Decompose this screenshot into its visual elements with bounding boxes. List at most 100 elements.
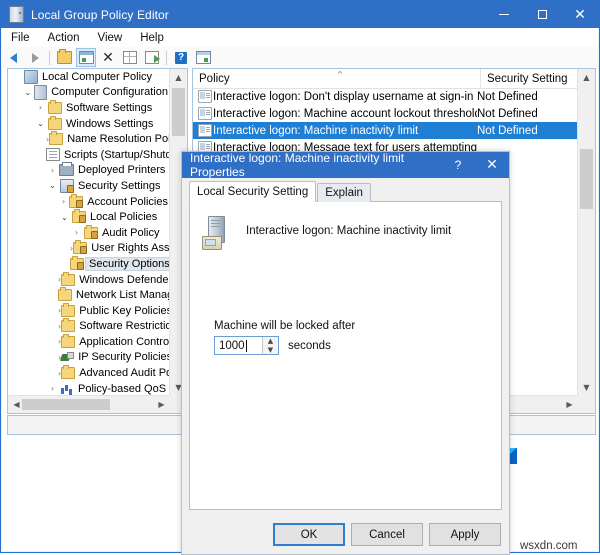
menu-action[interactable]: Action [39,31,89,45]
computer-tower-icon [202,216,232,250]
delete-icon[interactable]: ✕ [98,48,118,67]
chevron-down-icon[interactable]: ⌄ [22,88,34,97]
menu-file[interactable]: File [2,31,39,45]
dialog-help-button[interactable]: ? [441,152,475,178]
ip-security-icon [61,351,75,363]
apply-button[interactable]: Apply [429,523,501,546]
tree-item-label: User Rights Assignm [91,242,170,255]
list-scroll-up-button[interactable]: ▲ [578,69,595,86]
properties-dialog: Interactive logon: Machine inactivity li… [181,151,510,555]
inactivity-limit-input[interactable]: 1000 [215,337,262,354]
tree-item-windows-settings[interactable]: ⌄ Windows Settings [8,115,170,132]
chevron-right-icon[interactable]: › [46,166,59,175]
column-header-policy[interactable]: Policy ^ [193,69,481,88]
up-folder-icon[interactable] [54,48,74,67]
tree-item-ip-security-policies-on[interactable]: ›IP Security Policies on [8,350,170,366]
printer-icon [59,162,74,177]
tree-item-security-settings[interactable]: ⌄ Security Settings [8,178,170,194]
tree-item-deployed-printers[interactable]: › Deployed Printers [8,162,170,179]
tree-item-label: Audit Policy [102,226,160,239]
show-hide-console-tree-icon[interactable] [76,48,96,67]
list-scroll-down-button[interactable]: ▼ [578,379,595,396]
tree-item-public-key-policies[interactable]: › Public Key Policies [8,302,170,319]
chevron-right-icon[interactable]: › [70,228,83,237]
seconds-unit-label: seconds [288,339,331,352]
cancel-button[interactable]: Cancel [351,523,423,546]
list-scroll-thumb[interactable] [580,149,593,209]
folder-icon [58,287,72,302]
properties-grid-icon[interactable] [120,48,140,67]
close-button[interactable]: ✕ [561,1,599,28]
tree-item-label: Security Options [85,256,170,271]
spinner-buttons: ▲ ▼ [262,337,278,354]
ok-button[interactable]: OK [273,523,345,546]
forward-arrow-icon[interactable] [25,48,45,67]
tab-local-security-setting[interactable]: Local Security Setting [189,181,317,202]
policy-icon [196,90,213,103]
menu-view[interactable]: View [89,31,132,45]
tree-item-advanced-audit-policy[interactable]: ›Advanced Audit Policy [8,365,170,381]
export-list-icon[interactable] [142,48,162,67]
column-header-security-setting-label: Security Setting [487,72,568,85]
chevron-right-icon[interactable]: › [46,384,59,393]
window-properties-icon[interactable] [193,48,213,67]
tree-item-label: Software Restriction P [79,320,170,333]
policy-icon [196,107,213,120]
policy-row[interactable]: Interactive logon: Don't display usernam… [193,88,578,105]
tree-item-label: Windows Settings [66,117,154,130]
back-arrow-icon[interactable] [3,48,23,67]
chevron-down-icon[interactable]: ⌄ [58,213,71,222]
dialog-close-button[interactable]: ✕ [475,152,509,178]
chevron-right-icon[interactable]: › [58,197,69,206]
inactivity-limit-value: 1000 [219,339,245,352]
folder-lock-icon [70,255,84,270]
policy-header: Interactive logon: Machine inactivity li… [202,216,451,250]
tree-item-security-options[interactable]: Security Options [8,255,170,272]
tab-explain[interactable]: Explain [317,183,371,202]
tree-item-software-settings[interactable]: › Software Settings [8,99,170,116]
folder-lock-icon [71,209,86,224]
tree-item-label: Deployed Printers [78,164,166,177]
tree-item-label: Security Settings [78,179,161,192]
tree-item-application-control-p[interactable]: ›Application Control P [8,333,170,350]
tree-item-software-restriction-p[interactable]: ›Software Restriction P [8,318,170,335]
minimize-button[interactable] [485,1,523,28]
tree-item-user-rights-assignm[interactable]: ›User Rights Assignm [8,240,170,257]
folder-icon [61,302,76,317]
policy-row[interactable]: Interactive logon: Machine inactivity li… [193,122,578,139]
maximize-button[interactable] [523,1,561,28]
tree-scroll-up-button[interactable]: ▲ [170,69,187,86]
tree-item-audit-policy[interactable]: › Audit Policy [8,224,170,241]
chevron-down-icon[interactable]: ⌄ [34,119,47,128]
policy-row[interactable]: Interactive logon: Machine account locko… [193,105,578,122]
tree-item-name-resolution-policy[interactable]: ›Name Resolution Policy [8,131,170,147]
inactivity-limit-spinner[interactable]: 1000 ▲ ▼ [214,336,279,355]
tree-status-bar [7,415,188,435]
spinner-down-button[interactable]: ▼ [263,346,278,355]
tree-item-label: Application Control P [79,335,170,348]
tree-hscroll-thumb[interactable] [22,399,110,410]
tree-item-local-computer-policy[interactable]: Local Computer Policy [8,69,170,85]
tree-horizontal-scrollbar[interactable]: ◀ ▶ [8,395,170,413]
list-scroll-right-button[interactable]: ▶ [561,396,578,413]
tree-item-computer-configuration[interactable]: ⌄ Computer Configuration [8,84,170,101]
toolbar-separator [49,50,50,65]
tree-scroll-thumb[interactable] [172,88,185,136]
tree-item-windows-defender-fir[interactable]: ›Windows Defender Fir [8,271,170,288]
tree-item-local-policies[interactable]: ⌄ Local Policies [8,209,170,225]
window-controls: ✕ [485,1,599,28]
column-header-policy-label: Policy [199,72,230,85]
chevron-right-icon[interactable]: › [34,103,47,112]
tree-item-policy-based-qos[interactable]: › Policy-based QoS [8,381,170,396]
menu-help[interactable]: Help [131,31,173,45]
tree-scroll-right-button[interactable]: ▶ [153,396,170,413]
chevron-down-icon[interactable]: ⌄ [46,181,59,190]
help-icon[interactable]: ? [171,48,191,67]
folder-icon [61,333,76,348]
spinner-up-button[interactable]: ▲ [263,337,278,346]
tree-item-account-policies[interactable]: › Account Policies [8,193,170,210]
list-vertical-scrollbar[interactable]: ▲ ▼ [577,69,595,396]
toolbar-separator-2 [166,50,167,65]
tree-item-scripts-startup-shutdown[interactable]: Scripts (Startup/Shutdown) [8,147,170,163]
tree-item-network-list-manager[interactable]: Network List Manager [8,287,170,303]
